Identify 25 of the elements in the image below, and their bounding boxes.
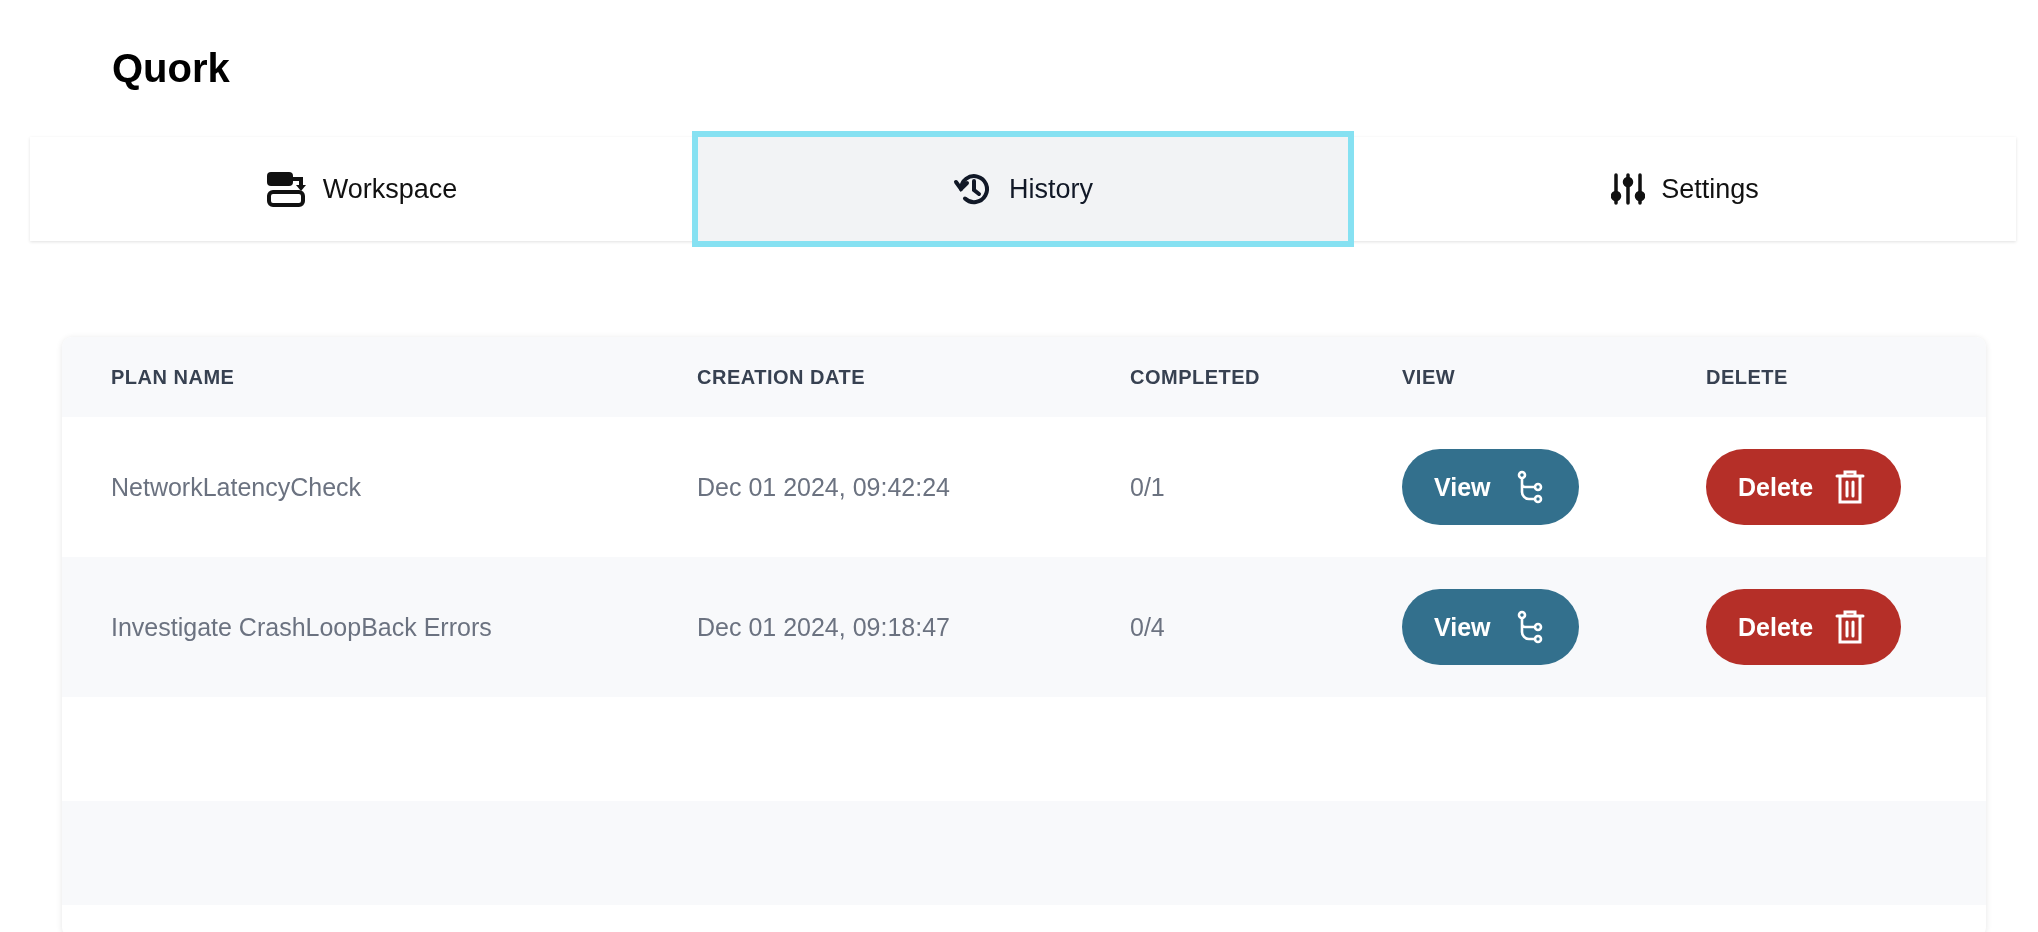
branch-icon (1516, 470, 1543, 504)
column-header: VIEW (1402, 365, 1456, 389)
sliders-icon (1611, 172, 1646, 206)
table-cell: 0/4 (1130, 612, 1165, 642)
column-header: PLAN NAME (111, 365, 235, 389)
view-button[interactable]: View (1402, 589, 1579, 665)
delete-button[interactable]: Delete (1706, 589, 1902, 665)
column-header: CREATION DATE (697, 365, 865, 389)
table-cell: Investigate CrashLoopBack Errors (111, 612, 492, 642)
trash-icon (1835, 469, 1866, 505)
app-title: Quork (112, 48, 230, 88)
tab[interactable]: Settings (1354, 137, 2016, 241)
table-cell: NetworkLatencyCheck (111, 472, 362, 502)
tab[interactable]: History (692, 131, 1354, 247)
column-header: DELETE (1706, 365, 1788, 389)
table-cell: 0/1 (1130, 472, 1165, 502)
delete-button[interactable]: Delete (1706, 449, 1902, 525)
column-header: COMPLETED (1130, 365, 1261, 389)
tab[interactable]: Workspace (30, 137, 692, 241)
trash-icon (1835, 609, 1866, 645)
view-button[interactable]: View (1402, 449, 1579, 525)
branch-icon (1516, 610, 1543, 644)
stacked-boxes-icon (264, 170, 307, 208)
table-cell: Dec 01 2024, 09:42:24 (697, 472, 950, 502)
table-cell: Dec 01 2024, 09:18:47 (697, 612, 950, 642)
